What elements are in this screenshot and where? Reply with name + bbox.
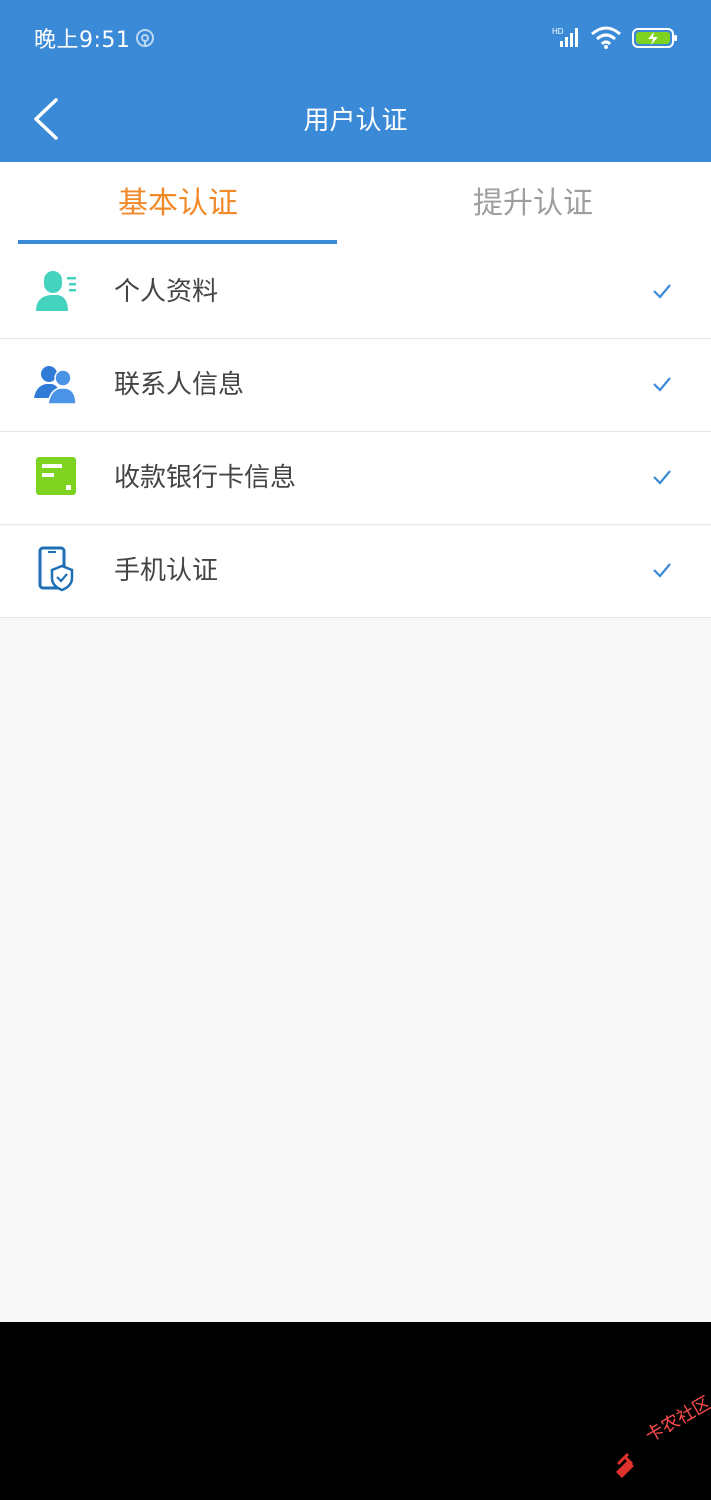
list-item-bank-card-info[interactable]: 收款银行卡信息 xyxy=(0,432,711,525)
list-item-phone-verification[interactable]: 手机认证 xyxy=(0,525,711,618)
status-time: 晚上9:51 xyxy=(34,28,131,53)
bank-card-icon xyxy=(36,457,76,495)
check-icon xyxy=(653,377,671,392)
check-icon xyxy=(653,470,671,485)
tab-basic-verification[interactable]: 基本认证 xyxy=(18,162,338,246)
tab-advanced-verification[interactable]: 提升认证 xyxy=(373,162,693,246)
contacts-icon xyxy=(34,366,77,405)
list-item-label: 手机认证 xyxy=(114,556,219,586)
verification-list: 个人资料 联系人信息 收款银行卡信息 手机认证 xyxy=(0,246,711,618)
list-item-label: 联系人信息 xyxy=(114,370,245,400)
check-icon xyxy=(653,563,671,578)
signal-hd-label: HD xyxy=(552,27,564,36)
list-item-contacts-info[interactable]: 联系人信息 xyxy=(0,339,711,432)
personal-info-icon xyxy=(36,271,76,311)
list-item-label: 收款银行卡信息 xyxy=(114,463,297,493)
active-tab-indicator xyxy=(18,240,337,244)
hotspot-icon xyxy=(136,29,154,47)
list-item-label: 个人资料 xyxy=(114,277,219,307)
page-title: 用户认证 xyxy=(303,106,408,136)
battery-charging-icon xyxy=(632,28,677,48)
cellular-signal-icon: HD xyxy=(552,27,578,47)
list-item-personal-info[interactable]: 个人资料 xyxy=(0,246,711,339)
tab-bar: 基本认证 提升认证 xyxy=(0,162,711,246)
app-bar: 晚上9:51 HD 用户认证 xyxy=(0,0,711,162)
wifi-icon xyxy=(591,26,621,49)
phone-verify-icon xyxy=(38,546,74,592)
app-screen: 晚上9:51 HD 用户认证 基本认证 提升认证 个人资料 联系人信息 收款银行… xyxy=(0,0,711,1322)
check-icon xyxy=(653,284,671,299)
status-bar: 晚上9:51 HD xyxy=(0,0,711,78)
